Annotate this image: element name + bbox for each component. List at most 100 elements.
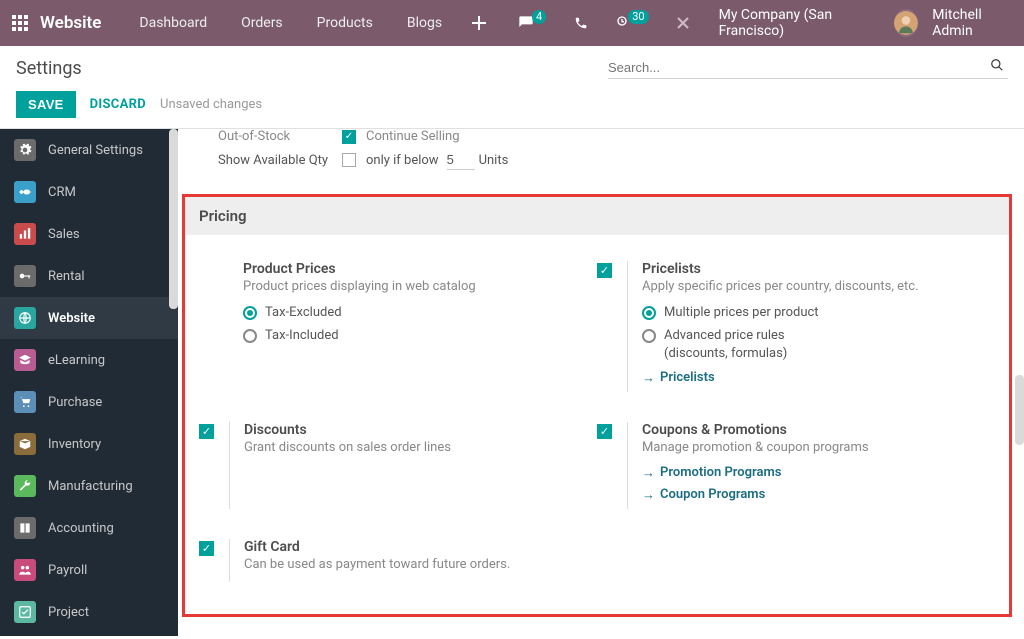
radio-tax-excluded-label: Tax-Excluded [265,304,342,322]
pricing-title: Pricing [185,197,1009,235]
radio-tax-included[interactable] [243,329,257,343]
box-icon [14,433,36,455]
activity-badge: 30 [628,10,648,24]
discard-button[interactable]: DISCARD [90,97,146,112]
phone-icon[interactable] [564,0,598,46]
units-label: Units [479,153,509,168]
giftcard-block: Gift Card Can be used as payment toward … [199,533,597,606]
pricelists-link[interactable]: → Pricelists [642,370,985,386]
avatar[interactable] [894,9,918,37]
cart-icon [14,391,36,413]
sidebar-item-label: Project [48,605,164,620]
check-icon [14,601,36,623]
sidebar-item-label: Rental [48,269,164,284]
radio-advanced-rules-label: Advanced price rules (discounts, formula… [664,327,834,363]
nav-dashboard[interactable]: Dashboard [125,0,221,46]
save-button[interactable]: SAVE [16,91,76,118]
out-of-stock-label: Out-of-Stock [218,129,338,144]
content: Out-of-Stock Continue Selling Show Avail… [178,129,1024,636]
discounts-desc: Grant discounts on sales order lines [244,440,587,455]
sidebar-item-general-settings[interactable]: General Settings [0,129,178,171]
sidebar-item-website[interactable]: Website [0,297,178,339]
giftcard-checkbox[interactable] [199,541,214,556]
product-prices-title: Product Prices [243,261,587,277]
sidebar-item-elearning[interactable]: eLearning [0,339,178,381]
pricelists-link-label: Pricelists [660,370,715,385]
sidebar-item-label: Website [48,311,164,326]
show-qty-checkbox[interactable] [342,153,356,167]
sidebar-item-label: Purchase [48,395,164,410]
close-x-icon[interactable] [667,0,699,46]
promotion-programs-label: Promotion Programs [660,465,781,480]
header: Settings [0,46,1024,85]
content-scrollbar[interactable] [1015,375,1024,445]
search-icon[interactable] [986,58,1008,76]
giftcard-desc: Can be used as payment toward future ord… [244,557,587,572]
top-nav: Website Dashboard Orders Products Blogs … [0,0,1024,46]
continue-selling-label: Continue Selling [366,129,460,144]
sidebar-item-rental[interactable]: Rental [0,255,178,297]
sidebar-item-label: Inventory [48,437,164,452]
sidebar-item-label: Accounting [48,521,164,536]
sidebar-item-payroll[interactable]: Payroll [0,549,178,591]
search-input[interactable] [608,60,986,75]
sidebar-item-inventory[interactable]: Inventory [0,423,178,465]
pricelists-title: Pricelists [642,261,985,277]
username[interactable]: Mitchell Admin [932,7,1012,39]
sidebar-item-label: eLearning [48,353,164,368]
apps-icon[interactable] [12,15,28,31]
sidebar-item-field-service[interactable]: Field Service [0,633,178,636]
handshake-icon [14,181,36,203]
continue-selling-checkbox[interactable] [342,130,356,144]
discounts-block: Discounts Grant discounts on sales order… [199,416,597,533]
gear-icon [14,139,36,161]
key-icon [14,265,36,287]
qty-threshold-input[interactable] [447,150,475,170]
globe-icon [14,307,36,329]
sidebar-item-project[interactable]: Project [0,591,178,633]
nav-orders[interactable]: Orders [227,0,297,46]
sidebar-item-crm[interactable]: CRM [0,171,178,213]
show-qty-label: Show Available Qty [218,153,338,168]
show-qty-row: Show Available Qty only if below Units [178,148,1024,184]
coupons-title: Coupons & Promotions [642,422,985,438]
grad-icon [14,349,36,371]
users-icon [14,559,36,581]
sidebar-item-purchase[interactable]: Purchase [0,381,178,423]
coupons-checkbox[interactable] [597,424,612,439]
promotion-programs-link[interactable]: → Promotion Programs [642,465,985,481]
sidebar-item-manufacturing[interactable]: Manufacturing [0,465,178,507]
main: General SettingsCRM Sales Rental Website eLe… [0,129,1024,636]
wrench-icon [14,475,36,497]
radio-advanced-rules[interactable] [642,329,656,343]
product-prices-desc: Product prices displaying in web catalog [243,279,587,294]
discounts-title: Discounts [244,422,587,438]
radio-tax-excluded[interactable] [243,306,257,320]
sidebar-item-label: Payroll [48,563,164,578]
action-bar: SAVE DISCARD Unsaved changes [0,85,1024,129]
book-icon [14,517,36,539]
activity-icon[interactable]: 30 [604,0,660,46]
pricelists-block: Pricelists Apply specific prices per cou… [597,255,995,416]
discounts-checkbox[interactable] [199,424,214,439]
company-selector[interactable]: My Company (San Francisco) [705,7,889,39]
product-prices-block: Product Prices Product prices displaying… [199,255,597,416]
new-icon[interactable] [462,0,496,46]
unsaved-indicator: Unsaved changes [160,97,262,112]
nav-blogs[interactable]: Blogs [393,0,456,46]
sidebar-item-sales[interactable]: Sales [0,213,178,255]
sidebar-item-accounting[interactable]: Accounting [0,507,178,549]
pricelists-checkbox[interactable] [597,263,612,278]
sidebar-scrollbar[interactable] [169,129,178,309]
sidebar-item-label: Sales [48,227,164,242]
out-of-stock-row: Out-of-Stock Continue Selling [178,129,1024,148]
coupon-programs-link[interactable]: → Coupon Programs [642,487,985,503]
coupon-programs-label: Coupon Programs [660,487,765,502]
brand-name[interactable]: Website [40,13,101,33]
nav-products[interactable]: Products [303,0,387,46]
radio-multiple-prices[interactable] [642,306,656,320]
messages-icon[interactable]: 4 [508,0,558,46]
arrow-icon: → [642,465,655,481]
giftcard-title: Gift Card [244,539,587,555]
arrow-icon: → [642,370,655,386]
